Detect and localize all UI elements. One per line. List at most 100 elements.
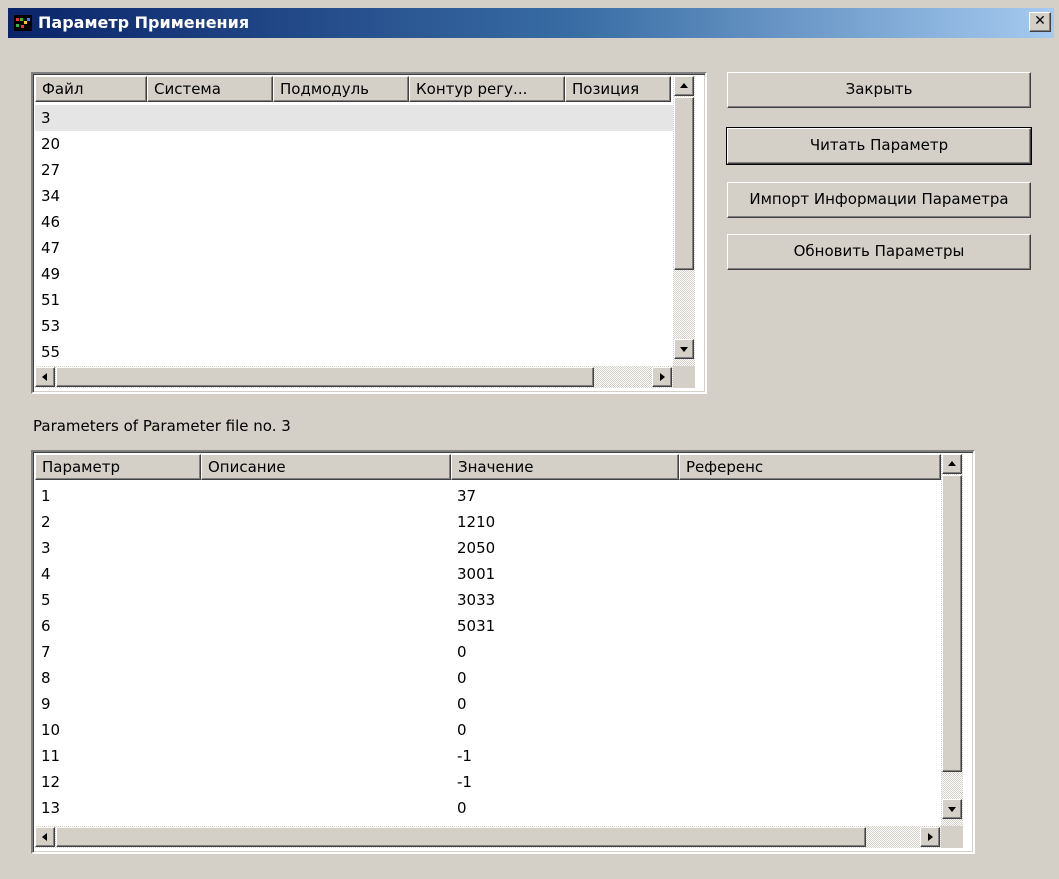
scroll-thumb[interactable]	[674, 97, 694, 270]
file-list-row[interactable]: 27	[35, 157, 673, 183]
value-cell: -1	[457, 773, 472, 791]
parameter-number-cell: 6	[41, 617, 51, 635]
file-number-cell: 55	[41, 343, 61, 361]
value-cell: 0	[457, 643, 467, 661]
parameter-number-cell: 2	[41, 513, 51, 531]
import-parameter-info-button[interactable]: Импорт Информации Параметра	[727, 182, 1031, 218]
value-cell: 5031	[457, 617, 496, 635]
scroll-left-button[interactable]	[35, 367, 55, 387]
file-number-cell: 20	[41, 135, 61, 153]
scroll-down-button[interactable]	[674, 339, 694, 359]
column-header-description[interactable]: Описание	[201, 454, 451, 480]
value-cell: 37	[457, 487, 477, 505]
file-number-cell: 34	[41, 187, 61, 205]
scroll-right-button[interactable]	[652, 367, 672, 387]
parameter-row[interactable]: 11 -1	[35, 743, 941, 769]
file-list-row[interactable]: 34	[35, 183, 673, 209]
parameter-number-cell: 3	[41, 539, 51, 557]
parameter-number-cell: 1	[41, 487, 51, 505]
parameter-row[interactable]: 6 5031	[35, 613, 941, 639]
parameter-row[interactable]: 12 -1	[35, 769, 941, 795]
parameter-list-hscroll[interactable]	[35, 826, 941, 848]
parameter-row[interactable]: 2 1210	[35, 509, 941, 535]
scroll-up-button[interactable]	[942, 454, 962, 474]
arrow-left-icon	[42, 833, 47, 841]
parameter-row[interactable]: 13 0	[35, 795, 941, 821]
value-cell: 0	[457, 721, 467, 739]
parameter-row[interactable]: 10 0	[35, 717, 941, 743]
arrow-right-icon	[660, 373, 665, 381]
file-number-cell: 46	[41, 213, 61, 231]
value-cell: 0	[457, 695, 467, 713]
scroll-thumb[interactable]	[56, 827, 866, 847]
parameter-number-cell: 5	[41, 591, 51, 609]
column-header-system[interactable]: Система	[147, 76, 273, 102]
parameter-file-list[interactable]: Файл Система Подмодуль Контур регу... По…	[31, 72, 707, 394]
file-number-cell: 47	[41, 239, 61, 257]
value-cell: 0	[457, 799, 467, 817]
file-list-row[interactable]: 46	[35, 209, 673, 235]
file-number-cell: 49	[41, 265, 61, 283]
arrow-right-icon	[928, 833, 933, 841]
application-icon	[14, 15, 32, 31]
update-parameters-button[interactable]: Обновить Параметры	[727, 234, 1031, 270]
file-list-row[interactable]: 47	[35, 235, 673, 261]
scroll-down-button[interactable]	[942, 799, 962, 819]
scroll-left-button[interactable]	[35, 827, 55, 847]
file-list-row[interactable]: 20	[35, 131, 673, 157]
parameter-row[interactable]: 3 2050	[35, 535, 941, 561]
dialog-window: Параметр Применения ✕ Файл Система Подмо…	[0, 0, 1059, 879]
file-list-row[interactable]: 55	[35, 339, 673, 365]
close-button[interactable]: Закрыть	[727, 72, 1031, 108]
parameter-number-cell: 8	[41, 669, 51, 687]
parameter-row[interactable]: 90	[35, 691, 941, 717]
close-window-button[interactable]: ✕	[1029, 12, 1051, 32]
column-header-control-loop[interactable]: Контур регу...	[409, 76, 565, 102]
window-title: Параметр Применения	[38, 13, 250, 32]
file-list-row[interactable]: 3	[35, 105, 673, 131]
parameter-number-cell: 12	[41, 773, 61, 791]
value-cell: 1210	[457, 513, 496, 531]
parameter-row[interactable]: 5 3033	[35, 587, 941, 613]
parameter-row[interactable]: 70	[35, 639, 941, 665]
close-icon: ✕	[1034, 13, 1046, 29]
file-list-row[interactable]: 51	[35, 287, 673, 313]
parameter-row[interactable]: 80	[35, 665, 941, 691]
file-number-cell: 51	[41, 291, 61, 309]
parameter-row[interactable]: 4 3001	[35, 561, 941, 587]
column-header-submodule[interactable]: Подмодуль	[273, 76, 409, 102]
parameter-number-cell: 13	[41, 799, 61, 817]
column-header-file[interactable]: Файл	[35, 76, 147, 102]
file-list-vscroll[interactable]	[673, 76, 695, 366]
file-list-hscroll[interactable]	[35, 366, 673, 388]
value-cell: 2050	[457, 539, 496, 557]
scroll-up-button[interactable]	[674, 76, 694, 96]
file-number-cell: 53	[41, 317, 61, 335]
parameter-list-vscroll[interactable]	[941, 454, 963, 826]
file-list-row[interactable]: 49	[35, 261, 673, 287]
parameter-row[interactable]: 1 37	[35, 483, 941, 509]
file-number-cell: 3	[41, 109, 51, 127]
scroll-right-button[interactable]	[920, 827, 940, 847]
arrow-left-icon	[42, 373, 47, 381]
scroll-thumb[interactable]	[56, 367, 594, 387]
parameter-number-cell: 4	[41, 565, 51, 583]
scroll-corner	[941, 826, 963, 848]
parameter-number-cell: 10	[41, 721, 61, 739]
scroll-thumb[interactable]	[942, 475, 962, 772]
title-bar[interactable]: Параметр Применения ✕	[8, 8, 1054, 38]
column-header-parameter[interactable]: Параметр	[35, 454, 201, 480]
column-header-position[interactable]: Позиция	[565, 76, 671, 102]
value-cell: 3033	[457, 591, 496, 609]
arrow-down-icon	[680, 347, 688, 352]
column-header-reference[interactable]: Референс	[679, 454, 941, 480]
arrow-up-icon	[948, 461, 956, 466]
parameter-file-caption: Parameters of Parameter file no. 3	[33, 417, 291, 435]
file-list-row[interactable]: 53	[35, 313, 673, 339]
column-header-value[interactable]: Значение	[451, 454, 679, 480]
file-number-cell: 27	[41, 161, 61, 179]
read-parameter-button[interactable]: Читать Параметр	[726, 127, 1032, 165]
parameter-list[interactable]: Параметр Описание Значение Референс 1 37 2…	[31, 450, 975, 854]
value-cell: 3001	[457, 565, 496, 583]
parameter-number-cell: 9	[41, 695, 51, 713]
